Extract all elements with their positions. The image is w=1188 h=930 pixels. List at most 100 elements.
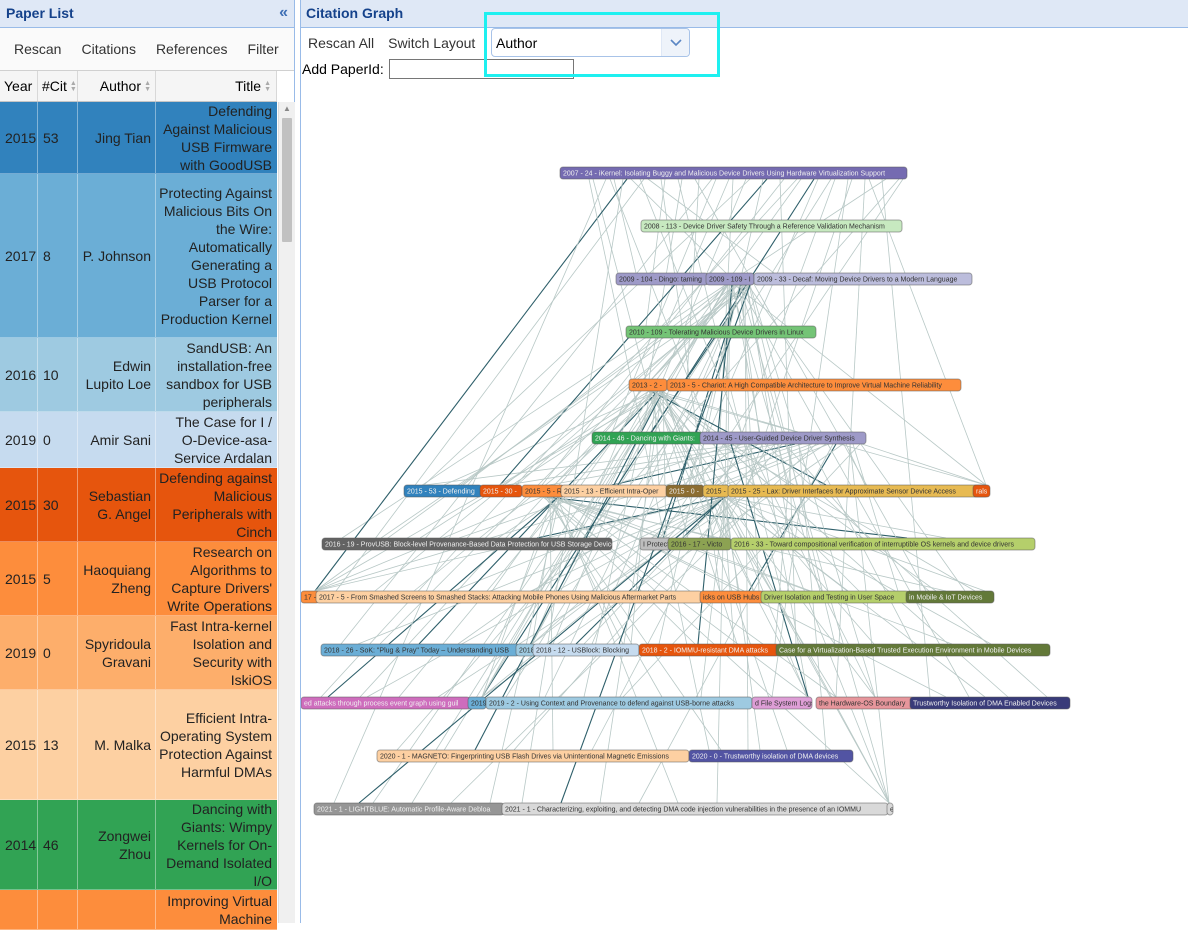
table-row[interactable]: 2019 0 Amir Sani The Case for I / O-Device-…	[0, 412, 277, 468]
paper-node[interactable]: 2013 - 5 - Chariot: A High Compatible Ar…	[666, 378, 962, 392]
table-row[interactable]: 2019 0 Spyridoula Gravani Fast Intra-kernel…	[0, 616, 277, 690]
paper-node[interactable]: I Protect	[639, 537, 673, 551]
citation-edge	[435, 284, 729, 751]
citations-button[interactable]: Citations	[71, 37, 145, 61]
paper-node[interactable]: 2015 - 5 - R	[521, 484, 565, 498]
table-row[interactable]: 2014 46 Zongwei Zhou Dancing with Giants: W…	[0, 800, 277, 890]
table-row[interactable]: 2017 8 P. Johnson Protecting Against Malici…	[0, 174, 277, 338]
cell-year: 2017	[0, 174, 38, 337]
rescan-all-button[interactable]: Rescan All	[301, 35, 381, 51]
paper-node[interactable]: 2016 - 19 - ProvUSB: Block-level Provena…	[321, 537, 619, 551]
references-button[interactable]: References	[146, 37, 238, 61]
paper-node[interactable]: 2014 - 46 - Dancing with Giants:	[591, 431, 703, 445]
column-header-author[interactable]: Author ▲ ▼	[78, 71, 156, 101]
paper-node-label: d File System Logs	[755, 701, 815, 708]
paper-node[interactable]: Case for a Virtualization-Based Trusted …	[775, 643, 1051, 657]
paper-node[interactable]: rals	[972, 484, 991, 498]
table-row[interactable]: 2015 13 M. Malka Efficient Intra-Operating …	[0, 690, 277, 800]
grid-scrollbar[interactable]: ▲	[278, 102, 295, 923]
citation-edge	[592, 178, 689, 539]
table-row[interactable]: 2016 10 Edwin Lupito Loe SandUSB: An instal…	[0, 338, 277, 412]
paper-node[interactable]: 2019	[467, 696, 487, 710]
paper-node-label: I Protect	[643, 542, 669, 549]
layout-select[interactable]: Author	[491, 28, 690, 57]
rescan-button[interactable]: Rescan	[4, 37, 71, 61]
paper-node[interactable]: e	[886, 802, 894, 816]
cell-citations: 30	[38, 468, 78, 541]
column-header-year[interactable]: Year	[0, 71, 38, 101]
citation-edge	[881, 178, 931, 698]
cell-citations: 0	[38, 616, 78, 689]
paper-node[interactable]: 2018 - 2 - IOMMU-resistant DMA attacks	[638, 643, 780, 657]
sort-icon: ▲ ▼	[69, 80, 77, 94]
paper-node-label: 2018 - 12 - USBlock: Blocking	[536, 648, 629, 655]
filter-button[interactable]: Filter	[238, 37, 289, 61]
cell-citations-text: 0	[43, 431, 51, 448]
paper-node[interactable]: icks on USB Hubs	[699, 590, 765, 604]
cell-title-text: Dancing with Giants: Wimpy Kernels for O…	[166, 800, 272, 889]
paper-node[interactable]: 2020 - 0 - Trustworthy isolation of DMA …	[688, 749, 854, 763]
paper-node[interactable]: 2016 - 33 - Toward compositional verific…	[730, 537, 1036, 551]
cell-author: P. Johnson	[78, 174, 156, 337]
cell-title-text: Efficient Intra-Operating System Protect…	[159, 709, 272, 780]
cell-title: The Case for I / O-Device-asa-Service Ar…	[156, 412, 277, 467]
paper-node[interactable]: 2008 - 113 - Device Driver Safety Throug…	[640, 219, 903, 233]
paper-node[interactable]: 2019 - 2 - Using Context and Provenance …	[485, 696, 753, 710]
citation-graph-canvas[interactable]: 2007 - 24 - iKernel: Isolating Buggy and…	[301, 88, 1188, 923]
paper-node[interactable]: 2020 - 1 - MAGNETO: Fingerprinting USB F…	[376, 749, 690, 763]
paper-node[interactable]: 2018 - 26 - SoK: "Plug & Pray" Today – U…	[320, 643, 520, 657]
collapse-left-icon[interactable]: «	[279, 0, 288, 26]
paper-node[interactable]: 2007 - 24 - iKernel: Isolating Buggy and…	[559, 166, 908, 180]
scrollbar-thumb[interactable]	[282, 118, 292, 242]
citation-edge	[638, 443, 834, 804]
scroll-up-icon[interactable]: ▲	[283, 104, 291, 113]
paper-node[interactable]: the Hardware-OS Boundary	[815, 696, 915, 710]
paper-node[interactable]: 2014 - 45 - User-Guided Device Driver Sy…	[699, 431, 867, 445]
table-row[interactable]: 2015 30 Sebastian G. Angel Defending agains…	[0, 468, 277, 542]
cell-author: Spyridoula Gravani	[78, 616, 156, 689]
cell-citations-text: 8	[43, 247, 51, 264]
column-header-title[interactable]: Title ▲ ▼	[156, 71, 277, 101]
paper-node[interactable]: 2015 - 25 - Lax: Driver Interfaces for A…	[727, 484, 989, 498]
paper-node-label: 2007 - 24 - iKernel: Isolating Buggy and…	[563, 171, 885, 178]
add-paper-input[interactable]	[388, 59, 574, 79]
cell-year-text: 2015	[5, 496, 37, 513]
chevron-down-icon[interactable]	[661, 29, 689, 56]
cell-title: Improving Virtual Machine	[156, 890, 277, 929]
citation-edge	[437, 443, 827, 698]
paper-node[interactable]: 2021 - 1 - LIGHTBLUE: Automatic Profile-…	[313, 802, 505, 816]
paper-node[interactable]: 2013 - 2 -	[628, 378, 668, 392]
table-row[interactable]: Improving Virtual Machine	[0, 890, 277, 930]
cell-author-text: Edwin Lupito Loe	[85, 357, 151, 392]
cell-citations: 5	[38, 542, 78, 615]
paper-node[interactable]: Trustworthy Isolation of DMA Enabled Dev…	[909, 696, 1071, 710]
paper-node[interactable]: Driver Isolation and Testing in User Spa…	[760, 590, 910, 604]
paper-node[interactable]: 2016 - 17 - Victo	[667, 537, 732, 551]
citation-graph-header: Citation Graph	[301, 0, 1188, 28]
paper-node[interactable]: 2015 - 13 - Efficient Intra-Oper	[560, 484, 668, 498]
paper-node[interactable]: 2017 - 5 - From Smashed Screens to Smash…	[315, 590, 703, 604]
paper-node[interactable]: 2010 - 109 - Tolerating Malicious Device…	[625, 325, 817, 339]
cell-author: M. Malka	[78, 690, 156, 799]
paper-node[interactable]: 2009 - 109 - I	[705, 272, 755, 286]
paper-node[interactable]: d File System Logs	[751, 696, 815, 710]
paper-node[interactable]: ed attacks through process event graph u…	[301, 696, 471, 710]
grid-header: Year #Cit ▲ ▼ Author ▲ ▼ Title ▲ ▼	[0, 71, 277, 102]
paper-node[interactable]: 2015 - 30 -	[479, 484, 523, 498]
cell-year-text: 2016	[5, 366, 37, 383]
paper-node[interactable]: 2015 - 53 - Defending	[403, 484, 483, 498]
paper-node[interactable]: 2021 - 1 - Characterizing, exploiting, a…	[501, 802, 889, 816]
paper-node[interactable]: 2009 - 33 - Decaf: Moving Device Drivers…	[753, 272, 973, 286]
switch-layout-button[interactable]: Switch Layout	[381, 35, 482, 51]
paper-node[interactable]: in Mobile & IoT Devices	[905, 590, 995, 604]
paper-node[interactable]: 2015 -	[702, 484, 730, 498]
paper-node[interactable]: 2009 - 104 - Dingo: taming	[615, 272, 709, 286]
cell-citations-text: 30	[43, 496, 59, 513]
table-row[interactable]: 2015 5 Haoquiang Zheng Research on Algorith…	[0, 542, 277, 616]
paper-node[interactable]: 2015 - 0 -	[665, 484, 705, 498]
column-header-citations[interactable]: #Cit ▲ ▼	[38, 71, 78, 101]
cell-title: SandUSB: An installation-free sandbox fo…	[156, 338, 277, 411]
paper-node-label: rals	[976, 489, 988, 496]
table-row[interactable]: 2015 53 Jing Tian Defending Against Malicio…	[0, 102, 277, 174]
paper-node[interactable]: 2018 - 12 - USBlock: Blocking	[532, 643, 640, 657]
